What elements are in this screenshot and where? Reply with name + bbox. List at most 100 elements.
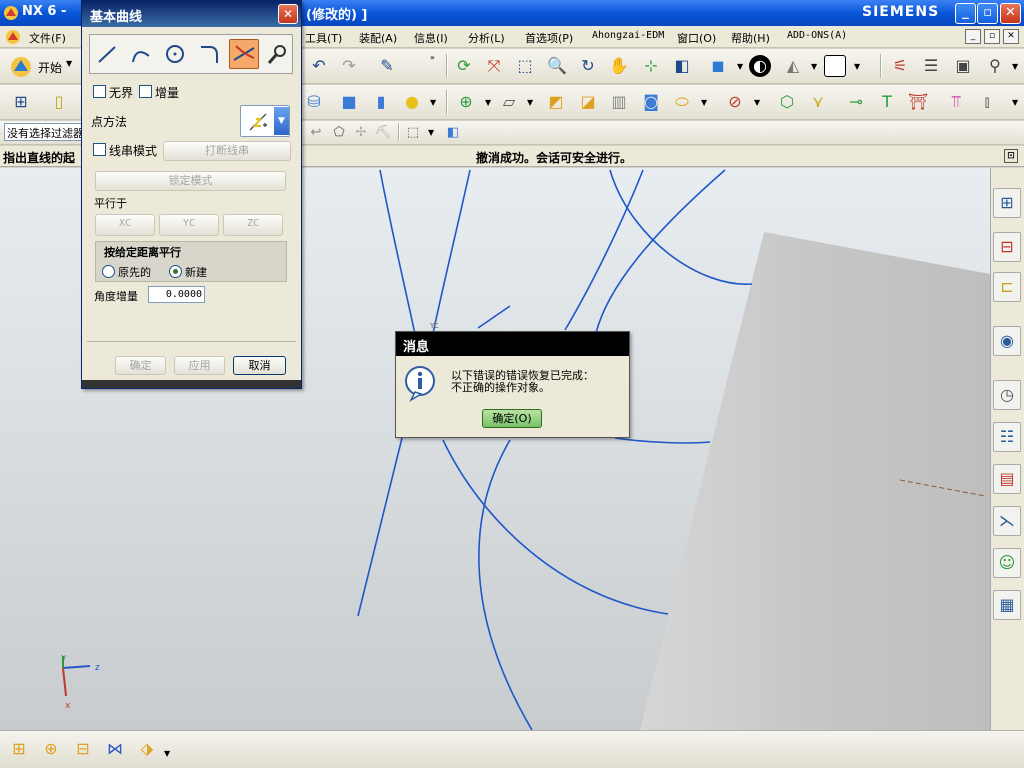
select-object-icon[interactable]: ⬠ — [328, 122, 350, 144]
move-component-icon[interactable]: ⬗ — [136, 738, 158, 760]
zoom-icon[interactable]: 🔍 — [546, 55, 568, 77]
gate-icon[interactable]: ⛩ — [907, 91, 929, 113]
part-navigator-icon[interactable]: ⊏ — [993, 272, 1021, 302]
select-body-icon[interactable]: ◧ — [442, 122, 464, 144]
camera-icon[interactable]: ▣ — [952, 55, 974, 77]
blend-dropdown-icon[interactable]: ▼ — [701, 98, 707, 107]
toolbar-more-icon[interactable]: » — [430, 53, 435, 62]
reuse-library-icon[interactable]: ☷ — [993, 422, 1021, 452]
system-materials-icon[interactable]: ▦ — [993, 590, 1021, 620]
cylinder2-icon[interactable]: ▮ — [370, 91, 392, 113]
constraint-navigator-icon[interactable]: ⊟ — [993, 232, 1021, 262]
menu-tools[interactable]: 工具(T) — [305, 30, 342, 46]
incremental-checkbox[interactable] — [139, 85, 152, 98]
process-studio-icon[interactable]: ⋋ — [993, 506, 1021, 536]
rotate-icon[interactable]: ↻ — [577, 55, 599, 77]
cancel-button[interactable]: 取消 — [233, 356, 286, 375]
mdi-close-button[interactable]: ✕ — [1003, 29, 1019, 44]
menu-analysis[interactable]: 分析(L) — [468, 30, 505, 46]
face2-icon[interactable]: ◪ — [577, 91, 599, 113]
zoom-window-icon[interactable]: ⬚ — [514, 55, 536, 77]
box-select-dropdown-icon[interactable]: ▼ — [428, 128, 434, 137]
layer-dropdown-icon[interactable]: ▼ — [854, 62, 860, 71]
lock-mode-button[interactable]: 锁定模式 — [95, 171, 286, 191]
shaded-view-dropdown-icon[interactable]: ▼ — [737, 62, 743, 71]
hole-icon[interactable]: ◙ — [640, 91, 662, 113]
point-method-select[interactable]: ▼ — [240, 105, 290, 137]
menu-assembly[interactable]: 装配(A) — [359, 30, 397, 46]
unbounded-checkbox[interactable] — [93, 85, 106, 98]
sphere-icon[interactable]: ● — [401, 91, 423, 113]
layer-icon[interactable] — [824, 55, 846, 77]
menu-window[interactable]: 窗口(O) — [677, 30, 716, 46]
arc-icon[interactable] — [130, 43, 152, 65]
start-button[interactable]: 开始 — [38, 59, 62, 76]
refresh-icon[interactable]: ⟳ — [453, 55, 475, 77]
web-browser-icon[interactable]: ◉ — [993, 326, 1021, 356]
nut-icon[interactable]: ⬡ — [776, 91, 798, 113]
original-radio[interactable] — [102, 265, 115, 278]
layer-settings-icon[interactable]: ☰ — [920, 55, 942, 77]
shaded-view-icon[interactable]: ◼ — [707, 55, 729, 77]
face-icon[interactable]: ◩ — [545, 91, 567, 113]
apply-button[interactable]: 应用 — [174, 356, 225, 375]
history-icon[interactable]: ◷ — [993, 380, 1021, 410]
yc-button[interactable]: YC — [159, 214, 219, 236]
circle-icon[interactable] — [164, 43, 186, 65]
select-component-icon[interactable]: ⛏ — [372, 122, 394, 144]
redo-icon[interactable]: ↷ — [338, 55, 360, 77]
palette-icon[interactable]: ▤ — [993, 464, 1021, 494]
view-cube-icon[interactable]: ◧ — [671, 55, 693, 77]
fillet-icon[interactable] — [198, 43, 220, 65]
menu-preferences[interactable]: 首选项(P) — [525, 30, 573, 46]
ejector-dropdown-icon[interactable]: ▼ — [1012, 98, 1018, 107]
roles-icon[interactable]: ☺ — [993, 548, 1021, 578]
pin-icon[interactable]: ⊸ — [845, 91, 867, 113]
sketch-icon[interactable]: ⊞ — [10, 91, 32, 113]
sleeve-icon[interactable]: ⫾ — [976, 91, 998, 113]
selection-filter-select[interactable]: 没有选择过滤器 — [4, 123, 82, 141]
status-expand-icon[interactable]: ⊡ — [1004, 149, 1018, 163]
edit-object-icon[interactable]: ✎ — [376, 55, 398, 77]
string-mode-checkbox[interactable] — [93, 143, 106, 156]
cylinder-icon[interactable]: ⛁ — [303, 91, 325, 113]
menu-file[interactable]: 文件(F) — [29, 30, 66, 46]
plane-icon[interactable]: ▱ — [498, 91, 520, 113]
message-ok-button[interactable]: 确定(O) — [482, 409, 542, 428]
select-feature-icon[interactable]: ✢ — [350, 122, 372, 144]
assembly-navigator-icon[interactable]: ⊞ — [993, 188, 1021, 218]
new-radio[interactable] — [169, 265, 182, 278]
maximize-button[interactable]: ▫ — [977, 3, 998, 24]
block-icon[interactable]: ■ — [338, 91, 360, 113]
measure-icon[interactable]: ⚲ — [984, 55, 1006, 77]
fit-icon[interactable]: ⤧ — [483, 55, 505, 77]
plane-dropdown-icon[interactable]: ▼ — [527, 98, 533, 107]
create-array-icon[interactable]: ⊟ — [72, 738, 94, 760]
measure-dropdown-icon[interactable]: ▼ — [1012, 62, 1018, 71]
point-dropdown-icon[interactable]: ▼ — [485, 98, 491, 107]
xc-button[interactable]: XC — [95, 214, 155, 236]
point-icon[interactable]: ⊕ — [455, 91, 477, 113]
add-component-icon[interactable]: ⊕ — [40, 738, 62, 760]
edit-curve-parameters-icon[interactable] — [266, 43, 288, 65]
mdi-restore-button[interactable]: ▫ — [984, 29, 1000, 44]
display-mode-dropdown-icon[interactable]: ▼ — [811, 62, 817, 71]
fixture-icon[interactable]: ⋎ — [807, 91, 829, 113]
menu-ahongzai-edm[interactable]: Ahongzai-EDM — [592, 30, 664, 41]
snap-icon[interactable]: ⚟ — [889, 55, 911, 77]
assembly-dropdown-icon[interactable]: ▼ — [164, 749, 170, 758]
pan-icon[interactable]: ✋ — [608, 55, 630, 77]
break-string-button[interactable]: 打断线串 — [163, 141, 291, 161]
orient-view-icon[interactable]: ⊹ — [640, 55, 662, 77]
minimize-button[interactable]: _ — [955, 3, 976, 24]
background-icon[interactable]: ◐ — [749, 55, 771, 77]
close-button[interactable]: ✕ — [1000, 3, 1021, 24]
display-mode-icon[interactable]: ◭ — [782, 55, 804, 77]
ok-button[interactable]: 确定 — [115, 356, 166, 375]
new-component-icon[interactable]: ⊞ — [8, 738, 30, 760]
point-method-dropdown-icon[interactable]: ▼ — [274, 107, 289, 135]
mirror-assembly-icon[interactable]: ⋈ — [104, 738, 126, 760]
blend-icon[interactable]: ⬭ — [671, 91, 693, 113]
select-arrow-icon[interactable]: ↩ — [305, 122, 327, 144]
undo-icon[interactable]: ↶ — [308, 55, 330, 77]
